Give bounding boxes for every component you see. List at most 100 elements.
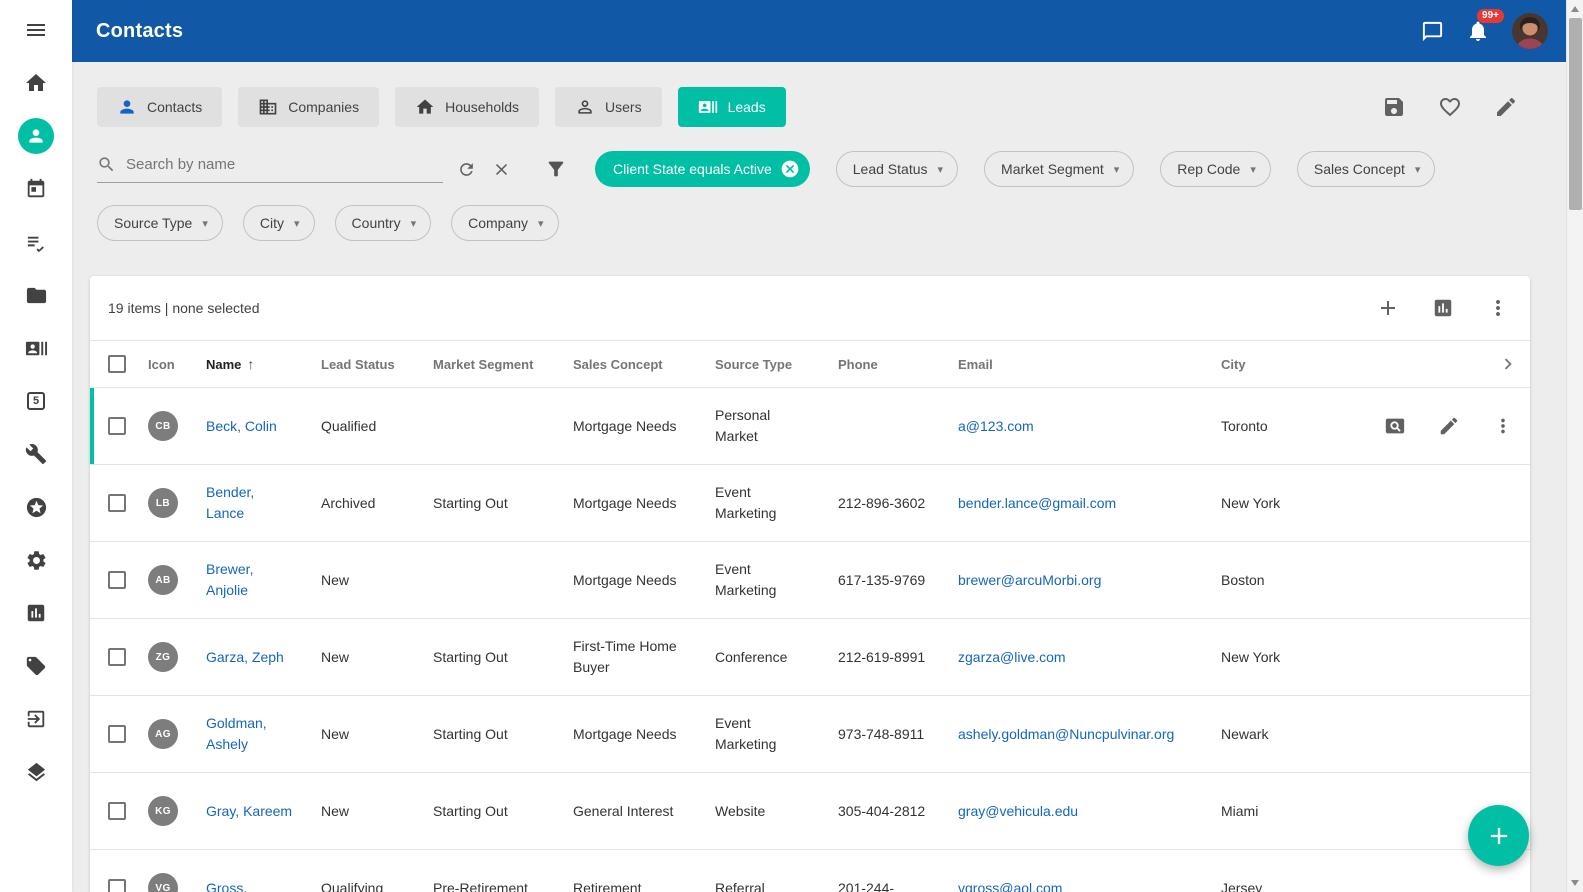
contact-name-link[interactable]: Gray, Kareem bbox=[206, 803, 292, 819]
filter-country[interactable]: Country▾ bbox=[335, 205, 432, 241]
contact-name-link[interactable]: Brewer, Anjolie bbox=[206, 561, 253, 598]
active-filter-chip[interactable]: Client State equals Active bbox=[595, 151, 810, 187]
leads-card-icon[interactable] bbox=[24, 336, 48, 360]
edit-row-icon[interactable] bbox=[1438, 415, 1460, 437]
tools-wrench-icon[interactable] bbox=[24, 442, 48, 466]
settings-gear-icon[interactable] bbox=[24, 548, 48, 572]
tab-leads[interactable]: Leads bbox=[678, 87, 786, 127]
calendar-icon[interactable] bbox=[24, 177, 48, 201]
table-row[interactable]: LB Bender, Lance Archived Starting Out M… bbox=[90, 465, 1530, 542]
row-checkbox[interactable] bbox=[108, 494, 126, 512]
table-row[interactable]: ZG Garza, Zeph New Starting Out First-Ti… bbox=[90, 619, 1530, 696]
filter-rep-code[interactable]: Rep Code▾ bbox=[1160, 151, 1271, 187]
recent-5-icon[interactable]: 5 bbox=[24, 389, 48, 413]
chevron-down-icon: ▾ bbox=[411, 217, 417, 230]
email-link[interactable]: brewer@arcuMorbi.org bbox=[958, 572, 1101, 588]
tab-households[interactable]: Households bbox=[395, 87, 539, 127]
tags-icon[interactable] bbox=[24, 654, 48, 678]
notifications-bell-icon[interactable]: 99+ bbox=[1466, 19, 1490, 43]
contact-initials-avatar: KG bbox=[148, 796, 178, 826]
contact-name-link[interactable]: Beck, Colin bbox=[206, 418, 277, 434]
column-header-market-segment[interactable]: Market Segment bbox=[433, 357, 573, 372]
sign-out-icon[interactable] bbox=[24, 707, 48, 731]
contact-name-link[interactable]: Garza, Zeph bbox=[206, 649, 284, 665]
scroll-columns-right-icon[interactable] bbox=[1486, 353, 1530, 375]
tab-contacts[interactable]: Contacts bbox=[97, 87, 222, 127]
home-icon[interactable] bbox=[24, 71, 48, 95]
filter-lead-status[interactable]: Lead Status▾ bbox=[836, 151, 958, 187]
contact-name-link[interactable]: Bender, Lance bbox=[206, 484, 254, 521]
sidebar-item-contacts[interactable] bbox=[24, 124, 48, 148]
email-link[interactable]: zgarza@live.com bbox=[958, 649, 1066, 665]
row-checkbox[interactable] bbox=[108, 802, 126, 820]
table-row[interactable]: AG Goldman, Ashely New Starting Out Mort… bbox=[90, 696, 1530, 773]
layers-icon[interactable] bbox=[24, 760, 48, 784]
email-link[interactable]: a@123.com bbox=[958, 418, 1034, 434]
row-more-icon[interactable] bbox=[1492, 415, 1514, 437]
row-checkbox[interactable] bbox=[108, 879, 126, 892]
folder-icon[interactable] bbox=[24, 283, 48, 307]
remove-filter-icon[interactable] bbox=[780, 159, 800, 179]
refresh-icon[interactable] bbox=[457, 160, 476, 179]
column-header-name[interactable]: Name↑ bbox=[206, 356, 321, 372]
column-header-icon[interactable]: Icon bbox=[148, 357, 206, 372]
column-header-email[interactable]: Email bbox=[958, 357, 1221, 372]
scrollbar-thumb[interactable] bbox=[1569, 18, 1582, 210]
search-input[interactable] bbox=[126, 156, 443, 173]
contact-name-link[interactable]: Goldman, Ashely bbox=[206, 715, 267, 752]
chart-view-icon[interactable] bbox=[1432, 297, 1454, 319]
lead-status-value: Qualifying bbox=[321, 878, 433, 892]
filter-sales-concept[interactable]: Sales Concept▾ bbox=[1297, 151, 1436, 187]
filter-source-type[interactable]: Source Type▾ bbox=[97, 205, 223, 241]
email-link[interactable]: vgross@aol.com bbox=[958, 880, 1062, 892]
market-segment-value: Pre-Retirement bbox=[433, 878, 573, 892]
row-checkbox[interactable] bbox=[108, 571, 126, 589]
filter-funnel-icon[interactable] bbox=[545, 158, 567, 180]
column-header-source-type[interactable]: Source Type bbox=[715, 357, 838, 372]
chevron-down-icon: ▾ bbox=[538, 217, 544, 230]
email-link[interactable]: bender.lance@gmail.com bbox=[958, 495, 1116, 511]
reports-chart-icon[interactable] bbox=[24, 601, 48, 625]
chat-icon[interactable] bbox=[1421, 20, 1444, 43]
filter-company[interactable]: Company▾ bbox=[451, 205, 558, 241]
column-header-sales-concept[interactable]: Sales Concept bbox=[573, 357, 715, 372]
table-row[interactable]: KG Gray, Kareem New Starting Out General… bbox=[90, 773, 1530, 850]
scroll-up-arrow[interactable] bbox=[1571, 6, 1579, 12]
table-row[interactable]: VG Gross, Qualifying Pre-Retirement Reti… bbox=[90, 850, 1530, 892]
table-row[interactable]: CB Beck, Colin Qualified Mortgage Needs … bbox=[90, 388, 1530, 465]
filter-label: Source Type bbox=[114, 215, 192, 231]
clear-search-icon[interactable] bbox=[492, 160, 511, 179]
user-avatar[interactable] bbox=[1512, 13, 1548, 49]
favorite-heart-icon[interactable] bbox=[1438, 95, 1462, 119]
column-header-city[interactable]: City bbox=[1221, 357, 1486, 372]
edit-pencil-icon[interactable] bbox=[1494, 95, 1518, 119]
table-row[interactable]: AB Brewer, Anjolie New Mortgage Needs Ev… bbox=[90, 542, 1530, 619]
filter-city[interactable]: City▾ bbox=[243, 205, 315, 241]
number-5-icon: 5 bbox=[27, 392, 45, 410]
contact-name-link[interactable]: Gross, bbox=[206, 880, 247, 892]
row-checkbox[interactable] bbox=[108, 417, 126, 435]
filter-market-segment[interactable]: Market Segment▾ bbox=[984, 151, 1134, 187]
sales-concept-value: Mortgage Needs bbox=[573, 570, 715, 591]
add-icon[interactable] bbox=[1376, 296, 1400, 320]
email-link[interactable]: gray@vehicula.edu bbox=[958, 803, 1078, 819]
tab-companies[interactable]: Companies bbox=[238, 87, 379, 127]
select-all-checkbox[interactable] bbox=[108, 355, 126, 373]
more-options-icon[interactable] bbox=[1486, 296, 1510, 320]
scrollbar[interactable] bbox=[1566, 0, 1583, 892]
building-icon bbox=[258, 97, 278, 117]
scroll-down-arrow[interactable] bbox=[1571, 880, 1579, 886]
column-header-lead-status[interactable]: Lead Status bbox=[321, 357, 433, 372]
add-contact-fab[interactable] bbox=[1468, 805, 1529, 866]
column-header-phone[interactable]: Phone bbox=[838, 357, 958, 372]
row-checkbox[interactable] bbox=[108, 725, 126, 743]
tab-users[interactable]: Users bbox=[555, 87, 662, 127]
tasks-checklist-icon[interactable] bbox=[24, 230, 48, 254]
menu-icon[interactable] bbox=[24, 18, 48, 42]
tab-label: Users bbox=[605, 99, 642, 115]
preview-record-icon[interactable] bbox=[1384, 415, 1406, 437]
email-link[interactable]: ashely.goldman@Nuncpulvinar.org bbox=[958, 726, 1174, 742]
save-view-icon[interactable] bbox=[1382, 95, 1406, 119]
favorites-star-icon[interactable] bbox=[24, 495, 48, 519]
row-checkbox[interactable] bbox=[108, 648, 126, 666]
